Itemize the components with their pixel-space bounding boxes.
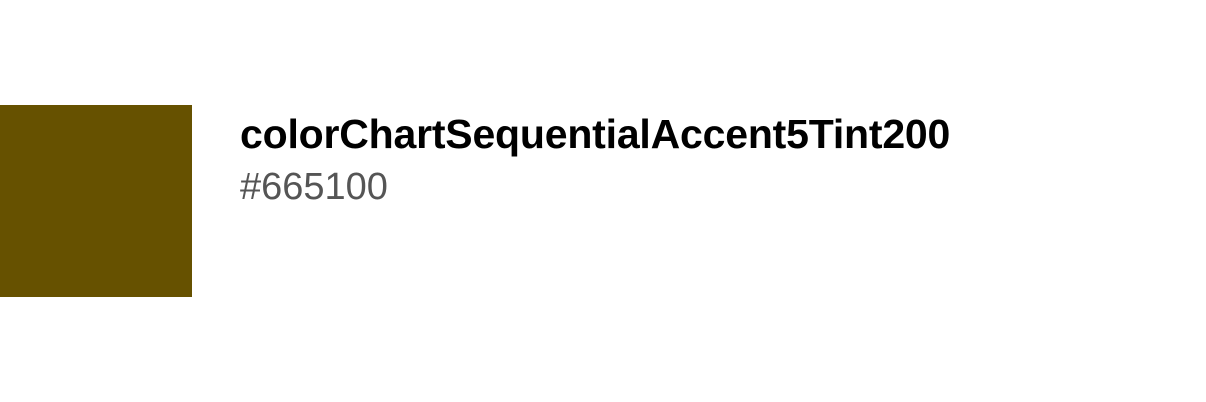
token-hex-value: #665100: [240, 166, 388, 208]
token-name: colorChartSequentialAccent5Tint200: [240, 111, 951, 157]
color-swatch: [0, 105, 192, 297]
